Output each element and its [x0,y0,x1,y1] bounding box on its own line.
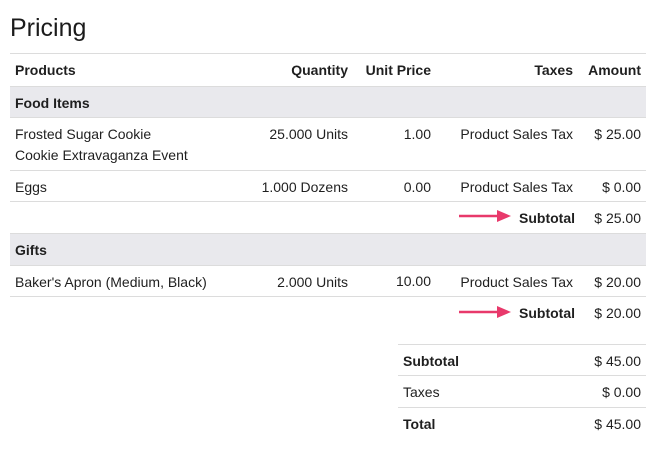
divider [10,53,646,54]
taxes: Product Sales Tax [460,179,573,195]
amount: $ 0.00 [602,179,641,195]
column-header-amount: Amount [588,62,641,78]
summary-subtotal-value: $ 45.00 [594,353,641,369]
taxes: Product Sales Tax [460,274,573,290]
unit-price: 1.00 [403,126,431,142]
amount: $ 20.00 [594,274,641,290]
product-description: Cookie Extravaganza Event [15,147,188,163]
divider [10,296,646,297]
arrow-right-icon [459,210,511,222]
section-header-food-items [10,86,646,117]
summary-taxes-label: Taxes [403,384,440,400]
taxes: Product Sales Tax [460,126,573,142]
quantity: 2.000 Units [277,274,348,290]
summary-total-value: $ 45.00 [594,416,641,432]
section-header-gifts [10,233,646,265]
column-header-taxes: Taxes [534,62,573,78]
summary-subtotal-label: Subtotal [403,353,459,369]
divider [10,233,646,234]
quantity: 1.000 Dozens [261,179,348,195]
summary-total-label: Total [403,416,436,432]
subtotal-label: Subtotal [519,210,575,226]
divider [398,407,646,408]
unit-price: 0.00 [403,179,431,195]
divider [398,375,646,376]
subtotal-label: Subtotal [519,305,575,321]
arrow-right-icon [459,306,511,318]
unit-price: 10.00 [395,273,431,289]
divider [10,86,646,87]
summary-taxes-value: $ 0.00 [602,384,641,400]
divider [10,117,646,118]
section-name: Gifts [15,242,47,258]
section-title: Pricing [10,14,87,42]
quantity: 25.000 Units [269,126,348,142]
column-header-quantity: Quantity [291,62,348,78]
divider [10,265,646,266]
divider [398,344,646,345]
column-header-products: Products [15,62,76,78]
divider [10,170,646,171]
amount: $ 25.00 [594,126,641,142]
product-name: Eggs [15,179,47,195]
divider [10,201,646,202]
column-header-unit-price: Unit Price [365,62,431,78]
product-name: Baker's Apron (Medium, Black) [15,274,207,290]
section-name: Food Items [15,95,90,111]
subtotal-value: $ 25.00 [594,210,641,226]
subtotal-value: $ 20.00 [594,305,641,321]
product-name: Frosted Sugar Cookie [15,126,152,142]
